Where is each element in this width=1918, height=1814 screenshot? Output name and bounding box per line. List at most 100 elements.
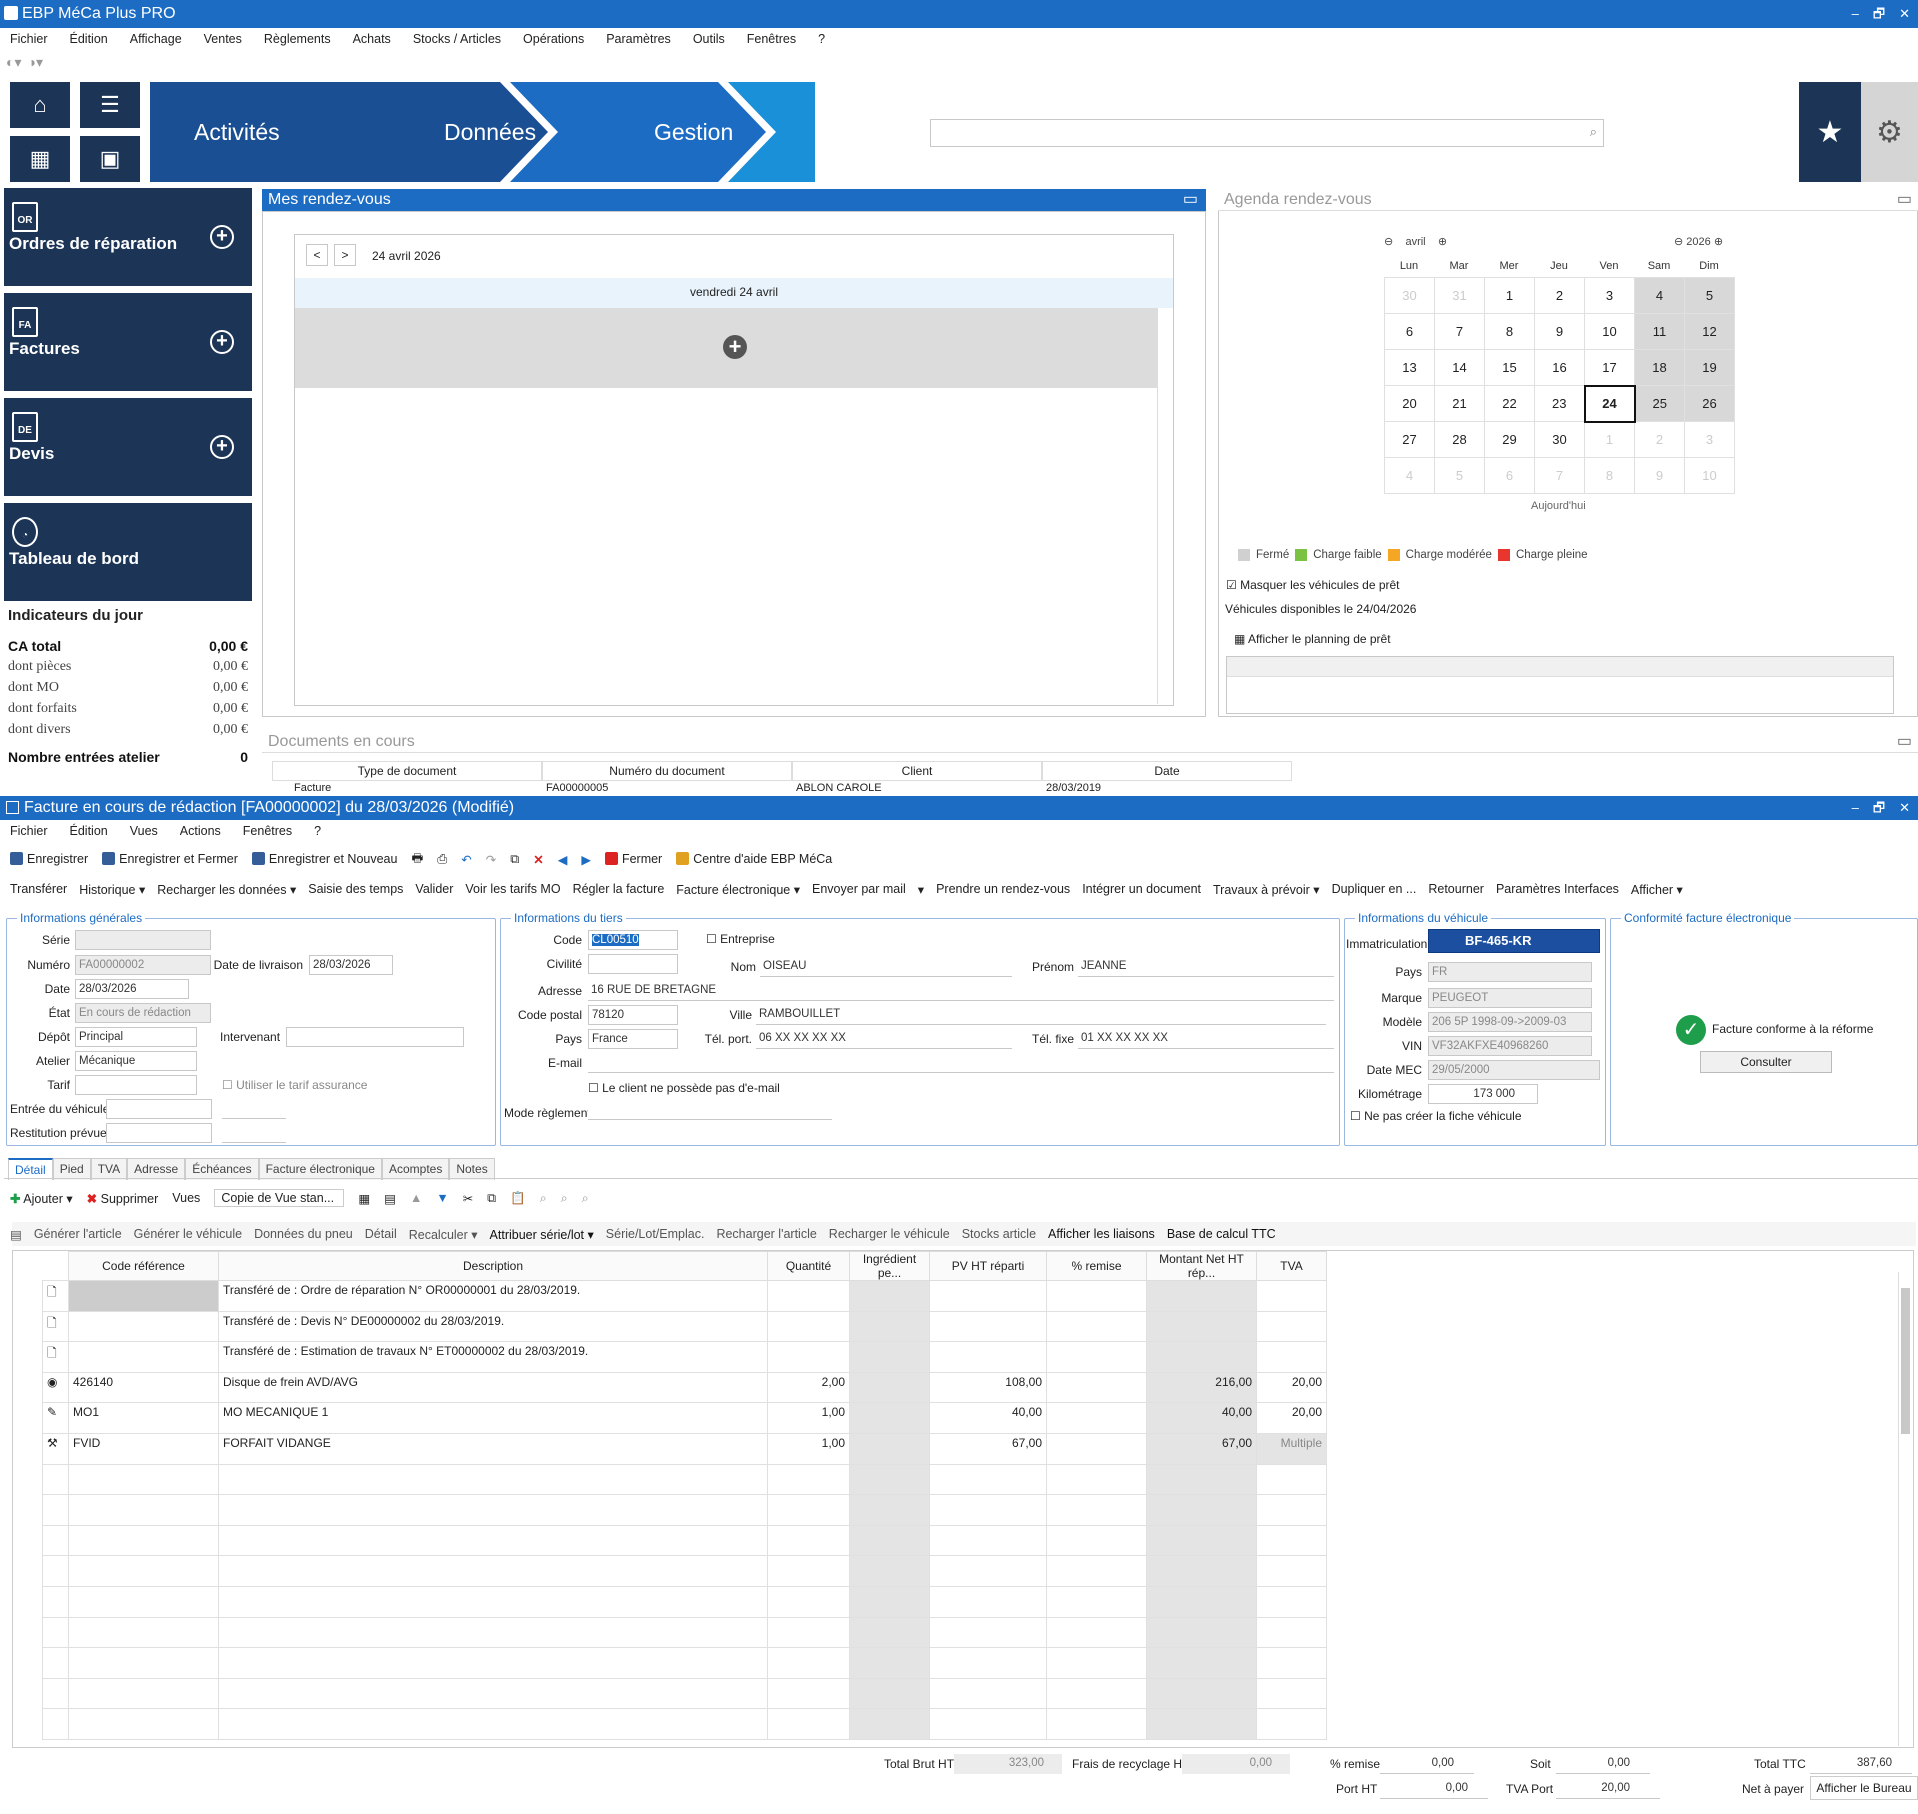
- gear-icon[interactable]: ⚙: [1861, 82, 1918, 182]
- copy-icon[interactable]: ⧉: [487, 1191, 496, 1206]
- table-row[interactable]: [42, 1616, 1327, 1649]
- list-icon[interactable]: ☰: [80, 82, 140, 128]
- tab-echeances[interactable]: Échéances: [185, 1158, 259, 1180]
- card-ordres-reparation[interactable]: OR Ordres de réparation +: [4, 188, 252, 286]
- cell[interactable]: Disque de frein AVD/AVG: [218, 1371, 768, 1404]
- cell[interactable]: [68, 1310, 219, 1343]
- col-header[interactable]: PV HT réparti: [929, 1251, 1047, 1281]
- next-year-icon[interactable]: ⊕: [1714, 236, 1723, 248]
- paste-icon[interactable]: 📋: [510, 1191, 526, 1206]
- calendar-day[interactable]: 9: [1534, 313, 1585, 350]
- cell[interactable]: [1046, 1371, 1147, 1404]
- rdv-next-button[interactable]: >: [334, 244, 356, 266]
- generate-article-button[interactable]: Générer l'article: [34, 1227, 122, 1241]
- cell[interactable]: [849, 1341, 930, 1373]
- view-select[interactable]: Copie de Vue stan...: [214, 1189, 345, 1207]
- menu-vues[interactable]: Vues: [130, 820, 158, 842]
- soit-field[interactable]: 0,00: [1556, 1754, 1650, 1774]
- vat-port-select[interactable]: 20,00: [1556, 1779, 1660, 1799]
- detail-button[interactable]: Détail: [365, 1227, 397, 1241]
- cell[interactable]: MO MECANIQUE 1: [218, 1402, 768, 1434]
- appointment-button[interactable]: Prendre un rendez-vous: [936, 882, 1070, 896]
- menu-actions[interactable]: Actions: [180, 820, 221, 842]
- restore-button[interactable]: 🗗: [1873, 796, 1885, 820]
- calendar-day[interactable]: 21: [1434, 385, 1485, 422]
- collapse-icon[interactable]: ▭: [1897, 731, 1912, 753]
- cell[interactable]: [68, 1280, 219, 1312]
- collapse-icon[interactable]: ▭: [1183, 189, 1198, 211]
- col-header[interactable]: % remise: [1046, 1251, 1147, 1281]
- redo-icon[interactable]: ↷: [486, 852, 496, 867]
- tab-notes[interactable]: Notes: [449, 1158, 495, 1180]
- calendar-day[interactable]: 9: [1634, 457, 1685, 494]
- save-new-button[interactable]: Enregistrer et Nouveau: [251, 852, 397, 866]
- date-field[interactable]: 28/03/2026: [75, 979, 189, 999]
- insurance-rate-checkbox[interactable]: ☐ Utiliser le tarif assurance: [222, 1078, 367, 1092]
- home-icon[interactable]: ⌂: [10, 82, 70, 128]
- menu-help[interactable]: ?: [818, 28, 825, 50]
- country-select[interactable]: France: [588, 1029, 678, 1049]
- star-icon[interactable]: ★: [1799, 82, 1861, 182]
- serial-lot-button[interactable]: Série/Lot/Emplac.: [606, 1227, 705, 1241]
- search-input[interactable]: ⌕: [930, 119, 1604, 147]
- tab-gestion[interactable]: Gestion: [654, 82, 733, 182]
- menu-reglements[interactable]: Règlements: [264, 28, 331, 50]
- calendar-edit-icon[interactable]: ▣: [80, 136, 140, 182]
- entry-time[interactable]: [222, 1099, 286, 1119]
- no-email-checkbox[interactable]: ☐ Le client ne possède pas d'e-mail: [588, 1081, 780, 1095]
- cell[interactable]: 20,00: [1256, 1371, 1327, 1404]
- reload-data-button[interactable]: Recharger les données ▾: [157, 882, 296, 897]
- tab-tva[interactable]: TVA: [90, 1158, 128, 1180]
- calendar-day[interactable]: 2: [1534, 277, 1585, 314]
- grid-toggle-icon[interactable]: ▤: [10, 1227, 22, 1242]
- calendar-day[interactable]: 15: [1484, 349, 1535, 386]
- calendar-day[interactable]: 22: [1484, 385, 1535, 422]
- add-line-button[interactable]: ✚ Ajouter ▾: [10, 1191, 73, 1206]
- card-factures[interactable]: FA Factures +: [4, 293, 252, 391]
- zoom-out-icon[interactable]: ⌕: [582, 1191, 589, 1206]
- print-icon[interactable]: 🖶: [411, 849, 423, 870]
- back-icon[interactable]: ◐▾: [6, 54, 21, 78]
- calendar-day[interactable]: 14: [1434, 349, 1485, 386]
- cell[interactable]: 2,00: [767, 1371, 850, 1404]
- move-up-icon[interactable]: ▲: [410, 1191, 422, 1205]
- menu-ventes[interactable]: Ventes: [204, 28, 242, 50]
- tab-acomptes[interactable]: Acomptes: [381, 1158, 450, 1180]
- menu-fichier[interactable]: Fichier: [10, 28, 48, 50]
- cell[interactable]: [849, 1432, 930, 1465]
- company-checkbox[interactable]: ☐ Entreprise: [706, 932, 775, 946]
- calendar-day[interactable]: 25: [1634, 385, 1685, 422]
- col-header[interactable]: Quantité: [767, 1251, 850, 1281]
- table-row[interactable]: 🗋 Transféré de : Devis N° DE00000002 du 2…: [42, 1310, 1327, 1343]
- cell[interactable]: 40,00: [1146, 1402, 1257, 1434]
- tarif-select[interactable]: [75, 1075, 197, 1095]
- calendar-day[interactable]: 6: [1484, 457, 1535, 494]
- planned-work-button[interactable]: Travaux à prévoir ▾: [1213, 882, 1320, 897]
- calendar-day[interactable]: 16: [1534, 349, 1585, 386]
- menu-edition[interactable]: Édition: [70, 820, 108, 842]
- close-button[interactable]: ✕: [1899, 796, 1910, 820]
- previous-icon[interactable]: ◀: [558, 852, 568, 867]
- lines-scrollbar[interactable]: [1898, 1272, 1912, 1746]
- rdv-scrollbar[interactable]: [1157, 308, 1173, 704]
- cell[interactable]: 40,00: [929, 1402, 1047, 1434]
- cell[interactable]: 67,00: [929, 1432, 1047, 1465]
- cell[interactable]: Transféré de : Estimation de travaux N° …: [218, 1341, 768, 1373]
- recalculate-button[interactable]: Recalculer ▾: [409, 1227, 478, 1242]
- close-doc-button[interactable]: Fermer: [604, 852, 662, 866]
- calendar-day[interactable]: 8: [1584, 457, 1635, 494]
- table-row[interactable]: ◉ 426140 Disque de frein AVD/AVG 2,00 108,00…: [42, 1371, 1327, 1404]
- minimize-button[interactable]: –: [1852, 0, 1859, 28]
- grid-search-icon[interactable]: ▤: [384, 1191, 396, 1206]
- card-devis[interactable]: DE Devis +: [4, 398, 252, 496]
- phone-dropdown[interactable]: ▾: [918, 882, 924, 897]
- show-planning-link[interactable]: ▦ Afficher le planning de prêt: [1234, 632, 1391, 646]
- calendar-day[interactable]: 26: [1684, 385, 1735, 422]
- code-field[interactable]: CL00510: [588, 930, 678, 950]
- table-row[interactable]: ⚒ FVID FORFAIT VIDANGE 1,00 67,00 67,00 Multip…: [42, 1432, 1327, 1465]
- calendar-day[interactable]: 5: [1684, 277, 1735, 314]
- calendar-day[interactable]: 10: [1684, 457, 1735, 494]
- cell[interactable]: FVID: [68, 1432, 219, 1465]
- entry-date[interactable]: [106, 1099, 212, 1119]
- pay-invoice-button[interactable]: Régler la facture: [573, 882, 665, 896]
